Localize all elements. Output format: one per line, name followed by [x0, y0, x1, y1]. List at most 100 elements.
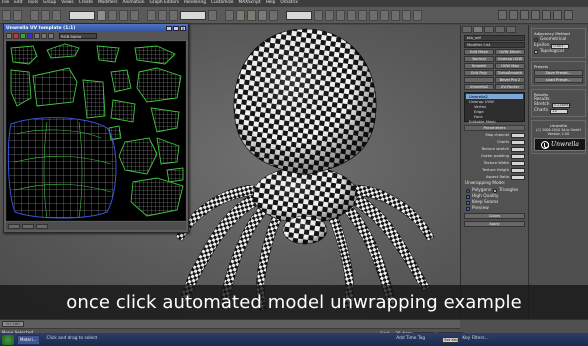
option-checkbox[interactable]	[466, 194, 470, 199]
modifier-button[interactable]: Bevel Pro 2	[495, 77, 525, 83]
param-spinner[interactable]	[511, 167, 525, 173]
rotate-icon[interactable]	[158, 9, 167, 21]
material-editor-icon[interactable]	[380, 9, 389, 21]
menu-item-group[interactable]: Group	[43, 1, 56, 6]
modifier-button[interactable]: TurboSmooth	[495, 70, 525, 76]
snap-toggle-icon[interactable]	[236, 9, 245, 21]
menu-item-maxscript[interactable]: MAXScript	[239, 1, 261, 6]
select-object-icon[interactable]	[97, 9, 106, 21]
extra-tab-icon[interactable]	[564, 10, 573, 20]
window-crossing-icon[interactable]	[130, 9, 139, 21]
reference-coordinate-dropdown[interactable]	[180, 10, 206, 20]
angle-snap-icon[interactable]	[247, 9, 256, 21]
red-channel-icon[interactable]	[13, 33, 19, 39]
modifier-button[interactable]: UVW Xform	[495, 49, 525, 55]
apply-button[interactable]: Apply	[464, 221, 525, 228]
stack-item[interactable]: Editable Mesh	[466, 119, 523, 124]
channel-display-dropdown[interactable]: RGB Alpha	[59, 33, 97, 39]
epsilon-field[interactable]: 0.001	[551, 43, 570, 49]
create-tab-icon[interactable]	[498, 10, 507, 20]
panel-tab-display[interactable]	[506, 26, 516, 33]
render-setup-icon[interactable]	[391, 9, 400, 21]
menu-item-help[interactable]: Help	[266, 1, 276, 6]
modifier-button[interactable]: Edit Poly	[464, 70, 494, 76]
monochrome-icon[interactable]	[41, 33, 47, 39]
option-checkbox[interactable]	[466, 200, 470, 205]
geometrical-radio[interactable]	[534, 38, 538, 42]
param-spinner[interactable]	[511, 160, 525, 166]
modifier-button[interactable]: Edit Mesh	[464, 49, 494, 55]
time-slider-thumb[interactable]: 0 / 100	[2, 321, 24, 327]
add-time-tag[interactable]: Add Time Tag	[396, 337, 425, 342]
modifier-button[interactable]: Unwrella2	[464, 84, 494, 90]
menu-item-modifiers[interactable]: Modifiers	[98, 1, 118, 6]
bind-space-warp-icon[interactable]	[52, 9, 61, 21]
clear-icon[interactable]	[48, 33, 54, 39]
graphite-tools-icon[interactable]	[347, 9, 356, 21]
minimize-button[interactable]	[166, 25, 172, 31]
menu-item-rendering[interactable]: Rendering	[184, 1, 206, 6]
curve-editor-icon[interactable]	[358, 9, 367, 21]
modifier-button[interactable]: UV-Packer	[495, 84, 525, 90]
utilities-tab-icon[interactable]	[553, 10, 562, 20]
taskbar-item[interactable]: Materi...	[17, 334, 40, 345]
move-icon[interactable]	[147, 9, 156, 21]
object-name-field[interactable]: blb_adf	[464, 35, 525, 41]
redo-icon[interactable]	[13, 9, 22, 21]
modify-tab-icon[interactable]	[509, 10, 518, 20]
param-spinner[interactable]	[511, 174, 525, 180]
menu-item-views[interactable]: Views	[61, 1, 73, 6]
param-spinner[interactable]	[511, 139, 525, 145]
padding-field[interactable]	[36, 223, 48, 229]
menu-item-tools[interactable]: Tools	[28, 1, 39, 6]
zoom-field[interactable]	[8, 223, 20, 229]
menu-item-file[interactable]: File	[2, 1, 9, 6]
time-slider[interactable]: 0 / 100	[0, 320, 460, 329]
save-preset-button[interactable]: Save Preset...	[534, 70, 583, 76]
pivot-center-icon[interactable]	[208, 9, 217, 21]
option-checkbox[interactable]	[466, 206, 470, 211]
selection-filter-dropdown[interactable]	[69, 10, 95, 20]
scale-icon[interactable]	[169, 9, 178, 21]
topological-radio[interactable]	[534, 50, 538, 54]
start-button[interactable]	[2, 334, 14, 345]
param-spinner[interactable]	[511, 146, 525, 152]
panel-tab-hierarchy[interactable]	[484, 26, 494, 33]
select-manipulate-icon[interactable]	[225, 9, 234, 21]
panel-tab-motion[interactable]	[495, 26, 505, 33]
colors-button[interactable]: Colors	[464, 213, 525, 220]
modifier-button[interactable]: Unwrap UVW	[495, 56, 525, 62]
percent-snap-icon[interactable]	[258, 9, 267, 21]
menu-item-create[interactable]: Create	[79, 1, 93, 6]
menu-item-customize[interactable]: Customize	[211, 1, 234, 6]
panel-tab-create[interactable]	[462, 26, 472, 33]
set-key-button[interactable]: Set Key	[442, 336, 460, 343]
modifier-button[interactable]	[464, 77, 494, 83]
polygons-radio[interactable]	[466, 188, 470, 193]
hierarchy-tab-icon[interactable]	[520, 10, 529, 20]
modifier-button[interactable]: UVW Map	[495, 63, 525, 69]
uv-layout-canvas[interactable]	[6, 41, 186, 221]
undo-icon[interactable]	[2, 9, 11, 21]
uv-window-titlebar[interactable]: Unwrella UV template (1:1) x	[4, 24, 188, 32]
rendered-frame-window-icon[interactable]	[402, 9, 411, 21]
uv-template-window[interactable]: Unwrella UV template (1:1) x RGB Alpha	[3, 23, 189, 233]
param-spinner[interactable]	[511, 132, 525, 138]
menu-item-ornatrix[interactable]: Ornatrix	[280, 1, 298, 6]
blue-channel-icon[interactable]	[27, 33, 33, 39]
schematic-view-icon[interactable]	[369, 9, 378, 21]
rectangle-selection-icon[interactable]	[119, 9, 128, 21]
resolution-field[interactable]	[22, 223, 34, 229]
select-by-name-icon[interactable]	[108, 9, 117, 21]
link-icon[interactable]	[30, 9, 39, 21]
menu-item-animation[interactable]: Animation	[123, 1, 145, 6]
param-spinner[interactable]	[511, 153, 525, 159]
alpha-channel-icon[interactable]	[34, 33, 40, 39]
unlink-icon[interactable]	[41, 9, 50, 21]
modifier-stack[interactable]: Unwrella2 Unwrap UVW Vertex Edge Face Editabl…	[464, 92, 525, 124]
load-preset-button[interactable]: Load Preset...	[534, 77, 583, 83]
menu-item-graph-editors[interactable]: Graph Editors	[149, 1, 179, 6]
parameters-rollout-title[interactable]: Parameters	[464, 125, 525, 131]
save-image-icon[interactable]	[6, 33, 12, 39]
layer-manager-icon[interactable]	[336, 9, 345, 21]
